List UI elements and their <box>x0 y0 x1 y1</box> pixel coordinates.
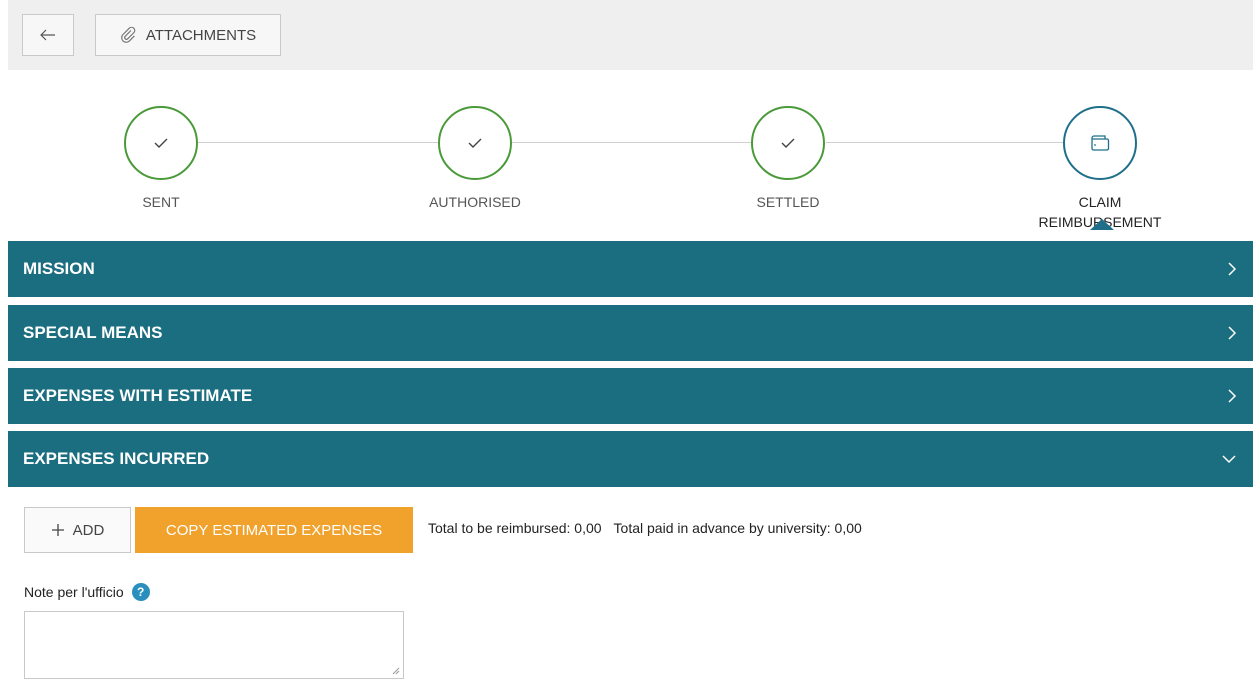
question-icon[interactable]: ? <box>131 583 150 601</box>
arrow-left-icon <box>40 29 55 41</box>
panel-expenses-with-estimate[interactable]: EXPENSES WITH ESTIMATE <box>8 368 1253 424</box>
step-circle <box>124 106 198 180</box>
step-label: SENT <box>142 194 180 210</box>
step-circle <box>751 106 825 180</box>
step-claim-reimbursement: CLAIM REIMBURSEMENT <box>1000 106 1200 232</box>
chevron-right-icon <box>1227 261 1237 277</box>
chevron-right-icon <box>1227 388 1237 404</box>
current-step-pointer <box>1090 219 1114 230</box>
panel-title: EXPENSES WITH ESTIMATE <box>23 386 253 405</box>
panel-title: SPECIAL MEANS <box>23 323 163 342</box>
paperclip-icon <box>120 26 136 43</box>
check-icon <box>468 138 482 148</box>
total-advance: Total paid in advance by university: 0,0… <box>613 520 862 536</box>
plus-icon <box>51 524 64 536</box>
step-authorised: AUTHORISED <box>375 106 575 212</box>
progress-stepper: SENT AUTHORISED SETTLED CLAIM REIMBURSEM… <box>0 70 1253 240</box>
note-label-row: Note per l'ufficio ? <box>24 583 150 601</box>
step-circle <box>1063 106 1137 180</box>
top-toolbar: ATTACHMENTS <box>8 0 1253 70</box>
copy-estimated-expenses-button[interactable]: COPY ESTIMATED EXPENSES <box>135 507 413 553</box>
step-label: SETTLED <box>756 194 820 210</box>
step-circle <box>438 106 512 180</box>
totals-summary: Total to be reimbursed: 0,00 Total paid i… <box>428 520 862 536</box>
resize-grip-icon[interactable] <box>392 667 400 675</box>
chevron-right-icon <box>1227 325 1237 341</box>
note-label: Note per l'ufficio <box>24 584 124 600</box>
step-sent: SENT <box>61 106 261 212</box>
step-settled: SETTLED <box>688 106 888 212</box>
panel-special-means[interactable]: SPECIAL MEANS <box>8 305 1253 361</box>
add-label: ADD <box>72 521 105 539</box>
panel-title: EXPENSES INCURRED <box>23 449 210 468</box>
wallet-icon <box>1091 135 1110 151</box>
total-reimbursed: Total to be reimbursed: 0,00 <box>428 520 602 536</box>
panel-expenses-incurred[interactable]: EXPENSES INCURRED <box>8 431 1253 487</box>
check-icon <box>154 138 168 148</box>
check-icon <box>781 138 795 148</box>
copy-label: COPY ESTIMATED EXPENSES <box>165 521 383 539</box>
step-label: AUTHORISED <box>429 194 521 210</box>
office-note-textarea[interactable] <box>24 611 404 679</box>
panel-mission[interactable]: MISSION <box>8 241 1253 297</box>
attachments-label: ATTACHMENTS <box>145 26 257 44</box>
chevron-down-icon <box>1221 454 1237 464</box>
expenses-incurred-content: ADD COPY ESTIMATED EXPENSES Total to be … <box>8 487 1253 692</box>
back-button[interactable] <box>22 14 74 56</box>
attachments-button[interactable]: ATTACHMENTS <box>95 14 281 56</box>
panel-title: MISSION <box>23 259 95 278</box>
add-expense-button[interactable]: ADD <box>24 507 131 553</box>
